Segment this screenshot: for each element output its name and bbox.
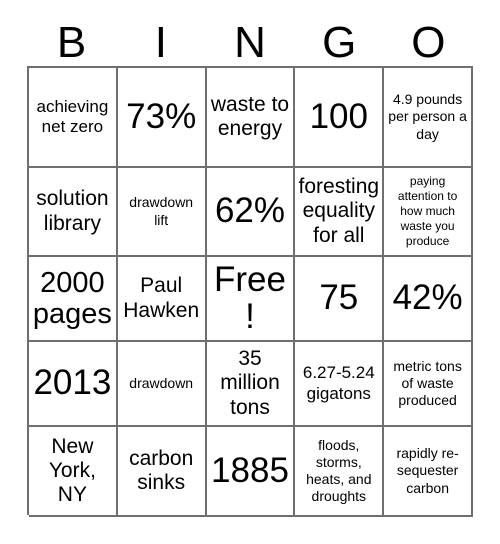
bingo-cell-text: 6.27-5.24 gigatons xyxy=(302,363,375,403)
bingo-cell-text: Paul Hawken xyxy=(123,274,200,322)
bingo-cell-text: Free! xyxy=(214,259,286,336)
bingo-cell-text: waste to energy xyxy=(210,92,290,140)
bingo-cell-text: paying attention to how much waste you p… xyxy=(397,174,458,248)
bingo-cell-text: metric tons of waste produced xyxy=(393,357,462,409)
bingo-header-letter-g: G xyxy=(322,18,357,67)
bingo-cell-text: 35 million tons xyxy=(220,347,280,419)
bingo-header: B I N G O xyxy=(27,14,473,66)
bingo-cell-text: rapidly re-sequester carbon xyxy=(396,445,459,496)
bingo-cell-n1[interactable]: waste to energy xyxy=(206,68,296,168)
bingo-cell-text: 2000 pages xyxy=(32,266,112,330)
bingo-cell-g5[interactable]: floods, storms, heats, and droughts xyxy=(295,427,385,517)
bingo-cell-text: floods, storms, heats, and droughts xyxy=(306,436,372,505)
bingo-cell-g4[interactable]: 6.27-5.24 gigatons xyxy=(295,342,385,427)
bingo-cell-text: 100 xyxy=(309,96,368,136)
bingo-cell-text: achieving net zero xyxy=(36,96,109,136)
bingo-cell-text: 75 xyxy=(319,278,359,318)
bingo-cell-text: 2013 xyxy=(33,363,112,403)
bingo-cell-g1[interactable]: 100 xyxy=(295,68,385,168)
bingo-cell-i3[interactable]: Paul Hawken xyxy=(117,257,207,342)
bingo-cell-i1[interactable]: 73% xyxy=(117,68,207,168)
bingo-cell-text: drawdown xyxy=(129,374,194,391)
bingo-cell-text: 1885 xyxy=(211,450,289,490)
bingo-card: B I N G O achieving net zero 73% waste t… xyxy=(0,0,500,544)
bingo-cell-b3[interactable]: 2000 pages xyxy=(29,257,118,342)
bingo-cell-free-space[interactable]: Free! xyxy=(206,257,296,342)
bingo-cell-o2[interactable]: paying attention to how much waste you p… xyxy=(384,168,473,257)
bingo-cell-o5[interactable]: rapidly re-sequester carbon xyxy=(384,427,473,517)
bingo-header-letter-b: B xyxy=(56,18,87,67)
bingo-cell-g3[interactable]: 75 xyxy=(295,257,385,342)
bingo-cell-text: 4.9 pounds per person a day xyxy=(388,91,467,142)
bingo-cell-n5[interactable]: 1885 xyxy=(206,427,296,517)
bingo-cell-n4[interactable]: 35 million tons xyxy=(206,342,296,427)
bingo-cell-text: 73% xyxy=(126,96,197,136)
bingo-cell-text: foresting equality for all xyxy=(298,175,380,247)
bingo-cell-b2[interactable]: solution library xyxy=(29,168,118,257)
bingo-cell-b5[interactable]: New York, NY xyxy=(29,427,118,517)
bingo-header-letter-i: I xyxy=(154,18,167,67)
bingo-cell-text: carbon sinks xyxy=(129,446,194,494)
bingo-cell-o1[interactable]: 4.9 pounds per person a day xyxy=(384,68,473,168)
bingo-grid: achieving net zero 73% waste to energy 1… xyxy=(27,66,473,517)
bingo-cell-b4[interactable]: 2013 xyxy=(29,342,118,427)
bingo-cell-i5[interactable]: carbon sinks xyxy=(117,427,207,517)
bingo-cell-o4[interactable]: metric tons of waste produced xyxy=(384,342,473,427)
bingo-cell-n2[interactable]: 62% xyxy=(206,168,296,257)
bingo-cell-o3[interactable]: 42% xyxy=(384,257,473,342)
bingo-cell-text: 42% xyxy=(392,278,463,318)
bingo-cell-text: solution library xyxy=(36,187,109,235)
bingo-cell-text: drawdown lift xyxy=(129,194,194,228)
bingo-header-letter-o: O xyxy=(411,18,446,67)
bingo-header-letter-n: N xyxy=(234,18,266,67)
bingo-cell-text: 62% xyxy=(214,191,286,231)
bingo-cell-i4[interactable]: drawdown xyxy=(117,342,207,427)
bingo-cell-b1[interactable]: achieving net zero xyxy=(29,68,118,168)
bingo-cell-i2[interactable]: drawdown lift xyxy=(117,168,207,257)
bingo-cell-text: New York, NY xyxy=(48,434,96,507)
bingo-cell-g2[interactable]: foresting equality for all xyxy=(295,168,385,257)
